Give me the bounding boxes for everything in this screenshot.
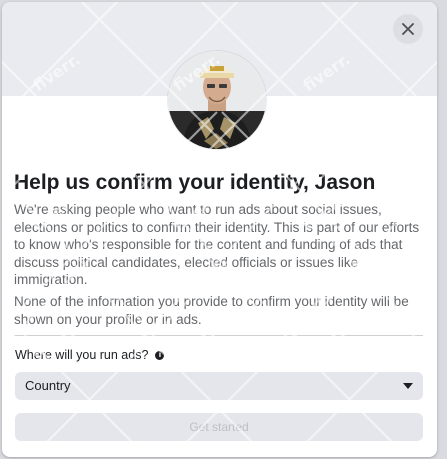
country-select-value: Country: [25, 378, 71, 393]
identity-confirmation-dialog: Help us confirm your identity, Jason We'…: [2, 2, 437, 457]
privacy-note: None of the information you provide to c…: [14, 294, 409, 327]
close-button[interactable]: [393, 14, 423, 44]
section-divider: [14, 335, 423, 336]
dialog-description: We're asking people who want to run ads …: [14, 202, 420, 287]
run-ads-question: Where will you run ads? i: [15, 347, 165, 363]
profile-photo: [168, 51, 266, 149]
get-started-button[interactable]: Get started: [15, 413, 423, 441]
caret-down-icon: [403, 383, 413, 389]
profile-avatar: [168, 51, 266, 149]
info-icon[interactable]: i: [155, 350, 165, 360]
close-icon: [402, 23, 414, 35]
dialog-title: Help us confirm your identity, Jason: [14, 171, 376, 194]
country-select[interactable]: Country: [15, 372, 423, 400]
question-label: Where will you run ads?: [15, 348, 149, 362]
